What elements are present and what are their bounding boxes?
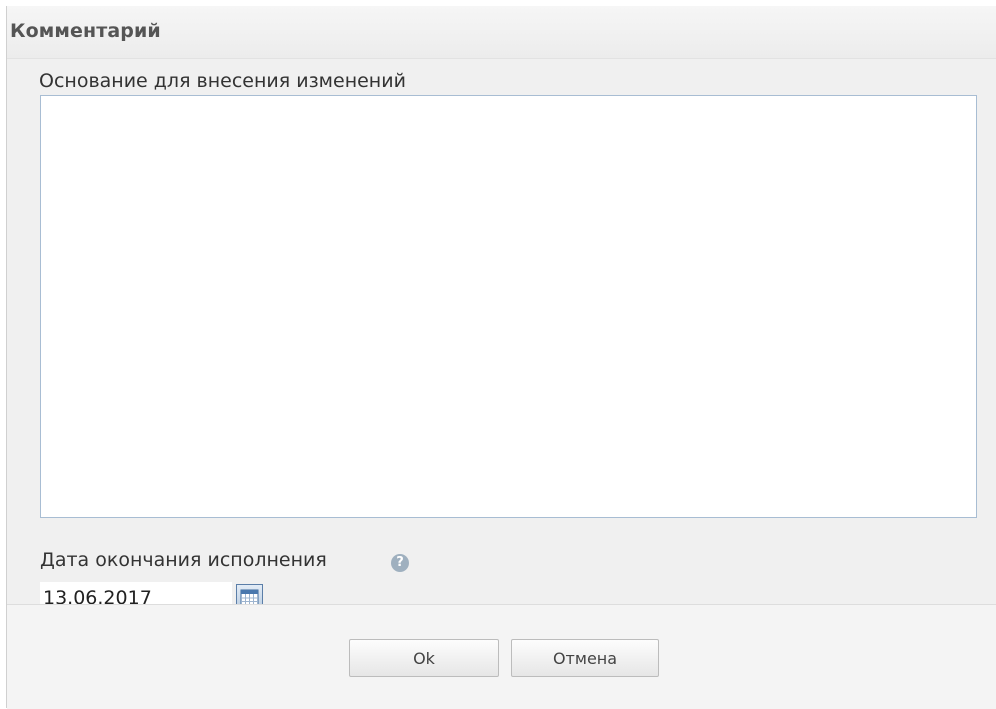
question-circle-icon[interactable]: ? bbox=[391, 554, 409, 572]
dialog-title: Комментарий bbox=[10, 20, 161, 42]
basis-textarea[interactable] bbox=[40, 95, 977, 518]
ok-button[interactable]: Ok bbox=[349, 639, 499, 677]
end-date-label: Дата окончания исполнения bbox=[40, 549, 327, 571]
comment-dialog: Комментарий Основание для внесения измен… bbox=[6, 6, 996, 709]
dialog-header: Комментарий bbox=[7, 6, 996, 58]
cancel-button[interactable]: Отмена bbox=[511, 639, 659, 677]
dialog-footer: Ok Отмена bbox=[7, 604, 996, 709]
dialog-body: Основание для внесения изменений Дата ок… bbox=[7, 58, 996, 629]
basis-label: Основание для внесения изменений bbox=[39, 70, 406, 92]
